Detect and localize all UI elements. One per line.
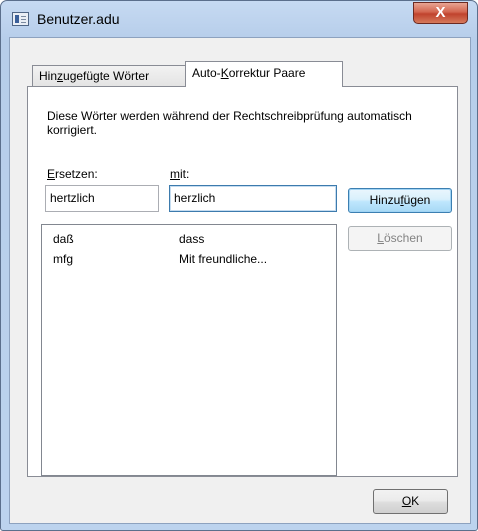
dialog-window: Benutzer.adu X Hinzugefügte Wörter Auto-…	[0, 0, 478, 531]
list-item-word: daß	[53, 232, 74, 246]
correction-pairs-list[interactable]: daß dass mfg Mit freundliche...	[41, 224, 337, 476]
tab-label-accesskey: K	[220, 66, 229, 80]
replace-input[interactable]: hertzlich	[45, 185, 159, 212]
delete-button[interactable]: Löschen	[348, 226, 452, 251]
ok-button[interactable]: OK	[373, 489, 448, 514]
replace-label: Ersetzen:	[47, 167, 98, 181]
list-item[interactable]: mfg Mit freundliche...	[42, 252, 336, 272]
label-text: rsetzen:	[55, 167, 98, 181]
tab-auto-korrektur-paare[interactable]: Auto-Korrektur Paare	[185, 61, 343, 87]
button-label-part: ügen	[403, 193, 431, 207]
tab-hinzugefuegte-woerter[interactable]: Hinzugefügte Wörter	[32, 65, 186, 87]
button-label-part: K	[411, 494, 420, 508]
tab-label-part: ugefügte Wörter	[63, 69, 150, 83]
description-text: Diese Wörter werden während der Rechtsch…	[47, 109, 412, 137]
tab-label-part: Auto-	[192, 66, 221, 80]
with-input[interactable]: herzlich	[169, 185, 337, 212]
tab-label-part: orrektur Paare	[228, 66, 306, 80]
button-accesskey: L	[377, 231, 384, 245]
button-label-part: Hinzu	[369, 193, 401, 207]
label-text: it:	[180, 167, 190, 181]
window-title: Benutzer.adu	[37, 11, 120, 27]
button-label-part: öschen	[383, 231, 423, 245]
title-bar[interactable]: Benutzer.adu X	[1, 1, 477, 37]
button-accesskey: O	[401, 494, 412, 508]
list-item[interactable]: daß dass	[42, 232, 336, 252]
add-button[interactable]: Hinzufügen	[348, 188, 452, 213]
with-label: mit:	[170, 167, 189, 181]
list-item-word: mfg	[53, 252, 74, 266]
close-button[interactable]: X	[413, 2, 468, 24]
list-item-replacement: Mit freundliche...	[179, 252, 268, 266]
list-item-replacement: dass	[179, 232, 205, 246]
app-icon	[12, 12, 29, 26]
label-accesskey: E	[47, 167, 56, 181]
tab-label-part: Hin	[39, 69, 58, 83]
label-accesskey: m	[170, 167, 180, 181]
